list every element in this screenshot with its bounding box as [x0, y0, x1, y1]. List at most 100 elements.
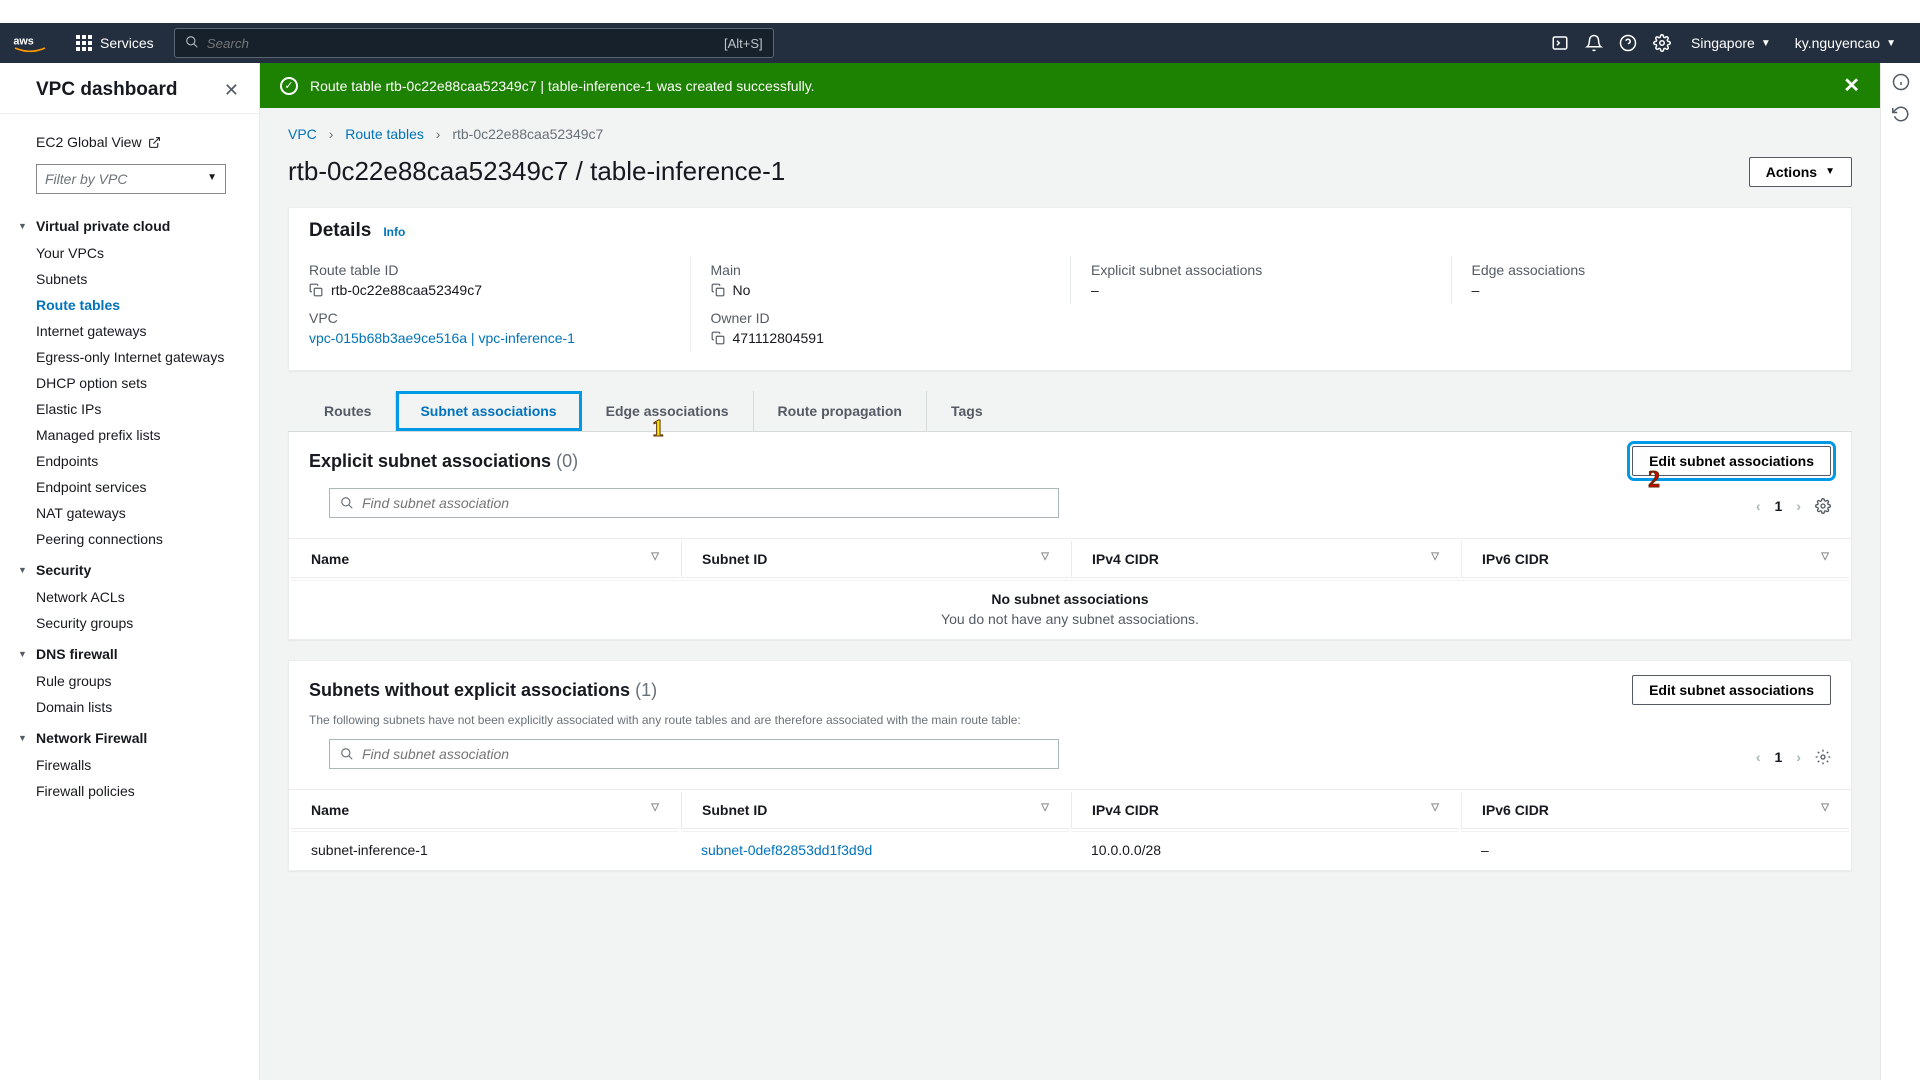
search-input[interactable]: [207, 36, 724, 51]
cell-ipv4: 10.0.0.0/28: [1071, 831, 1459, 868]
breadcrumb-vpc[interactable]: VPC: [288, 126, 317, 142]
info-link[interactable]: Info: [383, 225, 405, 239]
sidebar-item-endpoints[interactable]: Endpoints: [36, 448, 251, 474]
sidebar: VPC dashboard ✕ EC2 Global View Filter b…: [0, 63, 260, 1080]
ec2-global-view-link[interactable]: EC2 Global View: [36, 126, 251, 164]
find-input-2[interactable]: [362, 746, 1048, 762]
filter-by-vpc-select[interactable]: Filter by VPC: [36, 164, 226, 194]
sidebar-item-network-acls[interactable]: Network ACLs: [36, 584, 251, 610]
table-row[interactable]: subnet-inference-1 subnet-0def82853dd1f3…: [291, 831, 1849, 868]
settings-icon[interactable]: [1645, 26, 1679, 60]
edit-subnet-associations-button[interactable]: Edit subnet associations: [1632, 446, 1831, 476]
sidebar-item-egress-only-igw[interactable]: Egress-only Internet gateways: [36, 344, 251, 370]
history-icon[interactable]: [1892, 105, 1910, 123]
sidebar-item-firewall-policies[interactable]: Firewall policies: [36, 778, 251, 804]
next-page-icon[interactable]: ›: [1796, 498, 1801, 514]
copy-icon[interactable]: [711, 283, 725, 297]
cell-name: subnet-inference-1: [291, 831, 679, 868]
sidebar-title: VPC dashboard: [36, 79, 177, 101]
value-route-table-id: rtb-0c22e88caa52349c7: [331, 282, 482, 298]
prev-page-icon[interactable]: ‹: [1756, 749, 1761, 765]
col-ipv6-cidr[interactable]: IPv6 CIDR▽: [1461, 792, 1849, 829]
sort-icon: ▽: [651, 551, 659, 562]
services-label: Services: [100, 35, 154, 51]
tab-edge-associations[interactable]: Edge associations: [582, 391, 754, 431]
search-shortcut: [Alt+S]: [724, 36, 763, 51]
breadcrumb-route-tables[interactable]: Route tables: [345, 126, 424, 142]
account-menu[interactable]: ky.nguyencao▼: [1783, 26, 1908, 60]
next-page-icon[interactable]: ›: [1796, 749, 1801, 765]
nav-section-vpc[interactable]: Virtual private cloud: [36, 208, 251, 240]
value-edge-assoc: –: [1472, 282, 1480, 298]
help-icon[interactable]: [1611, 26, 1645, 60]
find-subnet-association-search[interactable]: [329, 488, 1059, 518]
search-icon: [340, 747, 354, 761]
sidebar-item-security-groups[interactable]: Security groups: [36, 610, 251, 636]
sidebar-item-elastic-ips[interactable]: Elastic IPs: [36, 396, 251, 422]
aws-logo[interactable]: aws: [12, 33, 48, 53]
explicit-table: Name▽ Subnet ID▽ IPv4 CIDR▽ IPv6 CIDR▽ N…: [289, 538, 1851, 639]
value-explicit-assoc: –: [1091, 282, 1099, 298]
nav-section-network-firewall[interactable]: Network Firewall: [36, 720, 251, 752]
without-description: The following subnets have not been expl…: [289, 713, 1851, 735]
alert-text: Route table rtb-0c22e88caa52349c7 | tabl…: [310, 78, 815, 94]
sort-icon: ▽: [1821, 551, 1829, 562]
notifications-icon[interactable]: [1577, 26, 1611, 60]
cell-subnet-id-link[interactable]: subnet-0def82853dd1f3d9d: [701, 842, 872, 858]
col-name[interactable]: Name▽: [291, 792, 679, 829]
gear-icon[interactable]: [1815, 498, 1831, 514]
sidebar-item-domain-lists[interactable]: Domain lists: [36, 694, 251, 720]
sidebar-item-internet-gateways[interactable]: Internet gateways: [36, 318, 251, 344]
col-name[interactable]: Name▽: [291, 541, 679, 578]
tab-subnet-associations[interactable]: Subnet associations: [396, 391, 581, 431]
sidebar-item-route-tables[interactable]: Route tables: [36, 292, 251, 318]
close-icon[interactable]: ✕: [224, 80, 239, 101]
nav-section-dns-firewall[interactable]: DNS firewall: [36, 636, 251, 668]
find-subnet-association-search-2[interactable]: [329, 739, 1059, 769]
sidebar-item-subnets[interactable]: Subnets: [36, 266, 251, 292]
page-number: 1: [1775, 749, 1783, 765]
label-owner-id: Owner ID: [711, 310, 1059, 326]
tab-tags[interactable]: Tags: [927, 391, 1007, 431]
col-ipv4-cidr[interactable]: IPv4 CIDR▽: [1071, 541, 1459, 578]
tab-route-propagation[interactable]: Route propagation: [754, 391, 927, 431]
col-subnet-id[interactable]: Subnet ID▽: [681, 792, 1069, 829]
col-ipv4-cidr[interactable]: IPv4 CIDR▽: [1071, 792, 1459, 829]
grid-icon: [76, 35, 92, 51]
cell-ipv6: –: [1461, 831, 1849, 868]
edit-subnet-associations-button-2[interactable]: Edit subnet associations: [1632, 675, 1831, 705]
info-icon[interactable]: [1892, 73, 1910, 91]
search-icon: [185, 35, 199, 52]
copy-icon[interactable]: [309, 283, 323, 297]
page-number: 1: [1775, 498, 1783, 514]
explicit-title: Explicit subnet associations (0): [309, 451, 578, 472]
find-input[interactable]: [362, 495, 1048, 511]
sidebar-item-your-vpcs[interactable]: Your VPCs: [36, 240, 251, 266]
sidebar-item-managed-prefix-lists[interactable]: Managed prefix lists: [36, 422, 251, 448]
sidebar-item-firewalls[interactable]: Firewalls: [36, 752, 251, 778]
gear-icon[interactable]: [1815, 749, 1831, 765]
region-selector[interactable]: Singapore▼: [1679, 26, 1783, 60]
global-search[interactable]: [Alt+S]: [174, 28, 774, 58]
tab-routes[interactable]: Routes: [300, 391, 396, 431]
tabs: Routes Subnet associations Edge associat…: [288, 391, 1852, 432]
col-subnet-id[interactable]: Subnet ID▽: [681, 541, 1069, 578]
nav-section-security[interactable]: Security: [36, 552, 251, 584]
sidebar-item-peering-connections[interactable]: Peering connections: [36, 526, 251, 552]
actions-button[interactable]: Actions ▼: [1749, 157, 1852, 187]
value-vpc-link[interactable]: vpc-015b68b3ae9ce516a | vpc-inference-1: [309, 330, 575, 346]
sidebar-item-dhcp-option-sets[interactable]: DHCP option sets: [36, 370, 251, 396]
annotation-1: 1: [652, 416, 664, 443]
services-button[interactable]: Services: [66, 29, 164, 57]
sidebar-item-rule-groups[interactable]: Rule groups: [36, 668, 251, 694]
chevron-down-icon: ▼: [1886, 38, 1896, 49]
prev-page-icon[interactable]: ‹: [1756, 498, 1761, 514]
sidebar-item-endpoint-services[interactable]: Endpoint services: [36, 474, 251, 500]
search-icon: [340, 496, 354, 510]
close-alert-icon[interactable]: ✕: [1843, 73, 1860, 98]
topbar: aws Services [Alt+S] Singapore▼ ky.nguye…: [0, 23, 1920, 63]
sidebar-item-nat-gateways[interactable]: NAT gateways: [36, 500, 251, 526]
col-ipv6-cidr[interactable]: IPv6 CIDR▽: [1461, 541, 1849, 578]
copy-icon[interactable]: [711, 331, 725, 345]
cloudshell-icon[interactable]: [1543, 26, 1577, 60]
